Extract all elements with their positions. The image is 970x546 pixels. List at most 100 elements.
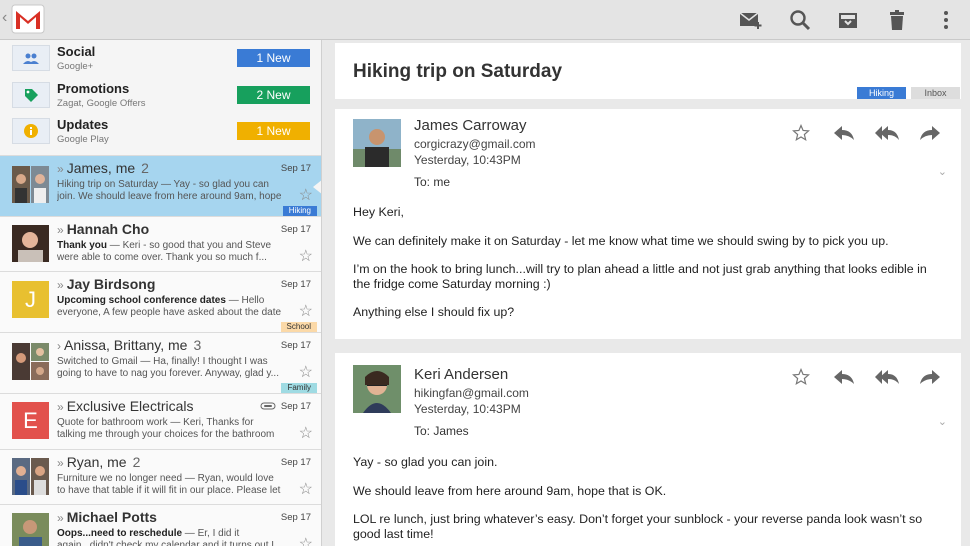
thread-date: Sep 17: [280, 457, 311, 468]
people-icon: [12, 45, 50, 71]
reply-icon[interactable]: [822, 121, 865, 145]
message-time: Yesterday, 10:43PM: [414, 402, 521, 416]
thread-sender: » James, me 2: [57, 160, 149, 176]
sender-avatar[interactable]: [353, 119, 401, 167]
category-promotions[interactable]: Promotions Zagat, Google Offers 2 New: [0, 77, 321, 114]
reading-pane: Hiking trip on Saturday Hiking Inbox Jam…: [323, 40, 970, 546]
back-chevron-icon[interactable]: ‹: [2, 9, 7, 27]
category-name: Updates: [57, 117, 109, 132]
label-inbox[interactable]: Inbox: [911, 87, 960, 99]
thread-date: Sep 17: [280, 401, 311, 412]
star-icon[interactable]: ☆: [299, 185, 313, 205]
new-count-badge: 1 New: [237, 49, 310, 67]
label-chip: Family: [281, 383, 317, 393]
category-updates[interactable]: Updates Google Play 1 New: [0, 113, 321, 150]
subject-header: Hiking trip on Saturday Hiking Inbox: [335, 43, 961, 99]
star-icon[interactable]: ☆: [299, 246, 313, 266]
avatar: J: [12, 281, 49, 318]
new-count-badge: 1 New: [237, 122, 310, 140]
expand-chevron-icon[interactable]: ⌄: [938, 415, 947, 428]
forward-icon[interactable]: [908, 365, 951, 389]
tag-icon: [12, 81, 50, 108]
thread-row[interactable]: › Anissa, Brittany, me 3 Sep 17 Switched t…: [0, 332, 321, 393]
trash-icon[interactable]: [883, 6, 911, 34]
message-time: Yesterday, 10:43PM: [414, 153, 521, 167]
category-social[interactable]: Social Google+ 1 New: [0, 40, 321, 77]
sender-email: corgicrazy@gmail.com: [414, 137, 536, 151]
attachment-icon: [260, 402, 276, 413]
category-sub: Google Play: [57, 134, 109, 145]
thread-date: Sep 17: [280, 163, 311, 174]
thread-snippet: Upcoming school conference dates — Hello…: [57, 295, 282, 318]
gmail-logo[interactable]: [11, 3, 45, 36]
thread-row[interactable]: » Hannah Cho Sep 17 Thank you — Keri - so…: [0, 216, 321, 271]
avatar: E: [12, 402, 49, 439]
star-icon[interactable]: ☆: [299, 423, 313, 443]
avatar: [12, 225, 49, 262]
thread-date: Sep 17: [280, 279, 311, 290]
category-sub: Google+: [57, 61, 94, 72]
conversation-list: Social Google+ 1 New Promotions Zagat, G…: [0, 40, 322, 546]
action-bar: ‹: [0, 0, 970, 40]
label-chip: School: [280, 322, 317, 332]
thread-row[interactable]: E » Exclusive Electricals Sep 17 Quote fo…: [0, 393, 321, 449]
archive-icon[interactable]: [834, 6, 862, 34]
info-icon: [12, 118, 50, 144]
expand-chevron-icon[interactable]: ⌄: [938, 165, 947, 178]
message-card: James Carroway corgicrazy@gmail.com Yest…: [335, 109, 961, 339]
message-card: Keri Andersen hikingfan@gmail.com Yester…: [335, 353, 961, 546]
thread-row[interactable]: » James, me 2 Sep 17 Hiking trip on Saturd…: [0, 155, 321, 216]
star-icon[interactable]: ☆: [299, 479, 313, 499]
thread-snippet: Switched to Gmail — Ha, finally! I thoug…: [57, 356, 279, 379]
recipients: To: me: [414, 175, 451, 189]
thread-sender: » Hannah Cho: [57, 221, 150, 237]
reply-all-icon[interactable]: [865, 121, 908, 145]
thread-snippet: Furniture we no longer need — Ryan, woul…: [57, 473, 281, 496]
sender-avatar[interactable]: [353, 365, 401, 413]
category-name: Social: [57, 44, 96, 59]
thread-sender: › Anissa, Brittany, me 3: [57, 337, 202, 353]
star-icon[interactable]: [779, 121, 822, 145]
avatar: [12, 343, 49, 380]
overflow-menu-icon[interactable]: [932, 6, 960, 34]
conversation-subject: Hiking trip on Saturday: [353, 61, 563, 82]
thread-sender: » Michael Potts: [57, 509, 157, 525]
star-icon[interactable]: [779, 365, 822, 389]
category-sub: Zagat, Google Offers: [57, 97, 146, 109]
label-chip: Hiking: [282, 206, 317, 216]
compose-mail-icon[interactable]: [737, 6, 765, 34]
thread-sender: » Jay Birdsong: [57, 276, 156, 292]
message-body: Hey Keri, We can definitely make it on S…: [353, 205, 927, 319]
avatar: [12, 513, 49, 546]
thread-row[interactable]: J » Jay Birdsong Sep 17 Upcoming school c…: [0, 271, 321, 332]
message-body: Yay - so glad you can join. We should le…: [353, 455, 923, 541]
thread-snippet: Hiking trip on Saturday — Yay - so glad …: [57, 179, 282, 202]
avatar: [12, 166, 49, 203]
avatar: [12, 458, 49, 495]
recipients: To: James: [414, 424, 469, 438]
thread-row[interactable]: » Ryan, me 2 Sep 17 Furniture we no longer…: [0, 449, 321, 504]
category-name: Promotions: [57, 80, 130, 96]
star-icon[interactable]: ☆: [299, 301, 313, 321]
reply-all-icon[interactable]: [865, 365, 908, 389]
thread-snippet: Thank you — Keri - so good that you and …: [57, 240, 271, 263]
star-icon[interactable]: ☆: [299, 534, 313, 546]
thread-sender: » Exclusive Electricals: [57, 398, 194, 414]
selection-pointer: [313, 180, 321, 194]
sender-email: hikingfan@gmail.com: [414, 386, 529, 400]
reply-icon[interactable]: [822, 365, 865, 389]
thread-date: Sep 17: [280, 512, 311, 523]
thread-snippet: Quote for bathroom work — Keri, Thanks f…: [57, 417, 275, 440]
new-count-badge: 2 New: [237, 85, 310, 104]
thread-sender: » Ryan, me 2: [57, 454, 141, 470]
sender-name: James Carroway: [414, 117, 527, 134]
search-icon[interactable]: [786, 6, 814, 34]
forward-icon[interactable]: [908, 121, 951, 145]
sender-name: Keri Andersen: [414, 366, 509, 383]
label-hiking[interactable]: Hiking: [857, 87, 906, 99]
thread-snippet: Oops...need to reschedule — Er, I did it…: [57, 528, 275, 546]
thread-date: Sep 17: [280, 340, 311, 351]
thread-row[interactable]: » Michael Potts Sep 17 Oops...need to res…: [0, 504, 321, 546]
thread-date: Sep 17: [280, 224, 311, 235]
star-icon[interactable]: ☆: [299, 362, 313, 382]
